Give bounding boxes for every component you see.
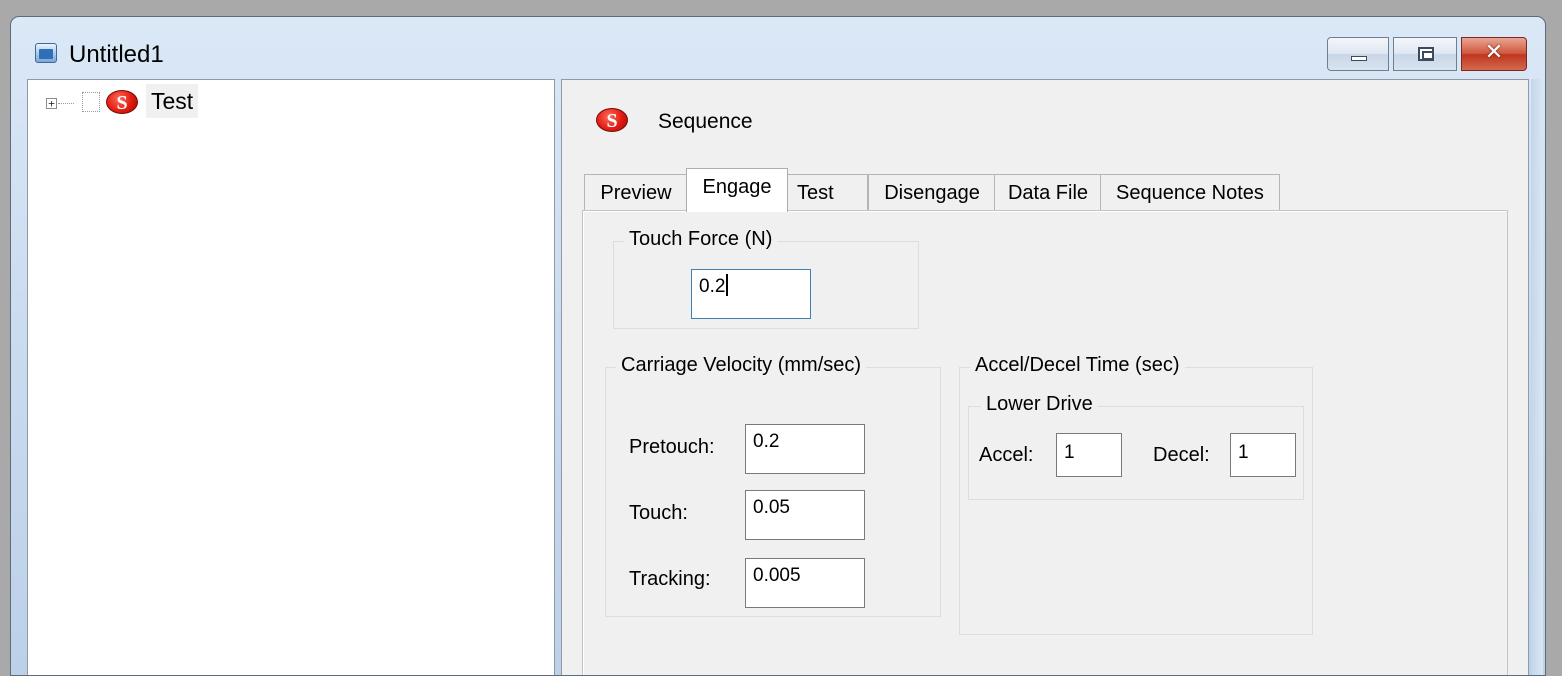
- tree-item-test[interactable]: + S Test: [28, 80, 554, 124]
- expand-icon[interactable]: +: [46, 98, 57, 109]
- title-bar[interactable]: Untitled1 ✕: [11, 17, 1545, 79]
- touch-force-legend: Touch Force (N): [624, 228, 778, 251]
- accel-label: Accel:: [979, 444, 1034, 466]
- close-icon: ✕: [1484, 40, 1504, 65]
- sequence-icon: S: [106, 90, 138, 114]
- main-window: Untitled1 ✕ + S Test S Sequence Preview …: [10, 16, 1546, 676]
- tab-engage[interactable]: Engage: [686, 168, 788, 212]
- app-icon[interactable]: [35, 43, 57, 63]
- touch-force-group: Touch Force (N) 0.2: [613, 228, 919, 329]
- maximize-button[interactable]: [1393, 37, 1457, 71]
- tree-connector: [58, 103, 74, 104]
- tab-bar: Preview Engage Test Disengage Data File …: [584, 168, 1504, 212]
- tree-checkbox[interactable]: [82, 92, 100, 112]
- accel-decel-group: Accel/Decel Time (sec) Lower Drive Accel…: [959, 354, 1313, 635]
- pretouch-input[interactable]: 0.2: [745, 424, 865, 474]
- decel-input[interactable]: 1: [1230, 433, 1296, 477]
- sequence-icon: S: [596, 108, 628, 132]
- carriage-velocity-legend: Carriage Velocity (mm/sec): [616, 354, 867, 377]
- pretouch-label: Pretouch:: [629, 436, 715, 458]
- tree-item-label[interactable]: Test: [146, 84, 199, 118]
- panel-title: Sequence: [658, 110, 753, 133]
- touch-force-value: 0.2: [699, 276, 726, 297]
- window-title: Untitled1: [69, 41, 164, 68]
- accel-decel-legend: Accel/Decel Time (sec): [970, 354, 1185, 377]
- sequence-panel: S Sequence Preview Engage Test Disengage…: [561, 79, 1529, 675]
- text-caret: [726, 274, 729, 297]
- tab-preview[interactable]: Preview: [584, 174, 688, 212]
- lower-drive-group: Lower Drive Accel: 1 Decel: 1: [968, 393, 1304, 500]
- minimize-button[interactable]: [1327, 37, 1389, 71]
- close-button[interactable]: ✕: [1461, 37, 1527, 71]
- touch-input[interactable]: 0.05: [745, 490, 865, 540]
- accel-input[interactable]: 1: [1056, 433, 1122, 477]
- tab-data-file[interactable]: Data File: [994, 174, 1102, 212]
- minimize-icon: [1351, 56, 1367, 61]
- touch-force-input[interactable]: 0.2: [691, 269, 811, 319]
- window-frame-edge: [1531, 79, 1543, 675]
- tracking-input[interactable]: 0.005: [745, 558, 865, 608]
- tab-test[interactable]: Test: [786, 174, 868, 212]
- tracking-label: Tracking:: [629, 568, 711, 590]
- restore-icon: [1418, 47, 1434, 61]
- carriage-velocity-group: Carriage Velocity (mm/sec) Pretouch: 0.2…: [605, 354, 941, 617]
- tree-pane: + S Test: [27, 79, 555, 675]
- engage-tab-content: Touch Force (N) 0.2 Carriage Velocity (m…: [582, 210, 1508, 675]
- touch-label: Touch:: [629, 502, 688, 524]
- decel-label: Decel:: [1153, 444, 1210, 466]
- tab-disengage[interactable]: Disengage: [868, 174, 996, 212]
- tab-sequence-notes[interactable]: Sequence Notes: [1100, 174, 1280, 212]
- lower-drive-legend: Lower Drive: [981, 393, 1098, 416]
